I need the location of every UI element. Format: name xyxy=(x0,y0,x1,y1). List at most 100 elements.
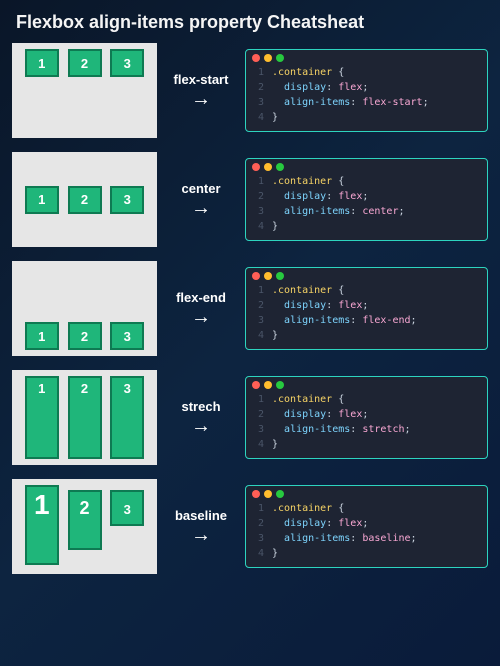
code-brace: { xyxy=(338,283,344,298)
code-brace: { xyxy=(338,174,344,189)
demo-box: 1 xyxy=(25,376,59,459)
code-value: flex-end xyxy=(362,313,410,328)
example-row-flex-start: 1 2 3 flex-start → 1.container { 2 displ… xyxy=(12,43,488,138)
code-value: flex xyxy=(338,516,362,531)
code-snippet: 1.container { 2 display: flex; 3 align-i… xyxy=(245,376,488,459)
demo-box: 3 xyxy=(110,376,144,459)
window-dots xyxy=(252,490,481,498)
code-semi: ; xyxy=(398,204,404,219)
demo-center: 1 2 3 xyxy=(12,152,157,247)
code-selector: .container xyxy=(272,392,332,407)
line-number: 1 xyxy=(252,174,264,189)
demo-flex-start: 1 2 3 xyxy=(12,43,157,138)
line-number: 2 xyxy=(252,80,264,95)
code-prop: display xyxy=(284,80,326,95)
dot-green-icon xyxy=(276,381,284,389)
code-semi: ; xyxy=(405,422,411,437)
line-number: 3 xyxy=(252,422,264,437)
line-number: 4 xyxy=(252,110,264,125)
window-dots xyxy=(252,272,481,280)
code-value: baseline xyxy=(362,531,410,546)
code-brace: { xyxy=(338,392,344,407)
line-number: 3 xyxy=(252,95,264,110)
dot-red-icon xyxy=(252,490,260,498)
code-selector: .container xyxy=(272,501,332,516)
code-value: stretch xyxy=(362,422,404,437)
code-prop: display xyxy=(284,189,326,204)
dot-yellow-icon xyxy=(264,163,272,171)
code-semi: ; xyxy=(362,80,368,95)
code-semi: ; xyxy=(411,313,417,328)
code-selector: .container xyxy=(272,65,332,80)
line-number: 1 xyxy=(252,283,264,298)
code-value: flex-start xyxy=(362,95,422,110)
line-number: 2 xyxy=(252,407,264,422)
demo-box: 2 xyxy=(68,322,102,350)
code-semi: ; xyxy=(362,407,368,422)
value-label: baseline xyxy=(165,508,237,523)
dot-green-icon xyxy=(276,163,284,171)
label-column: baseline → xyxy=(165,508,237,545)
code-semi: ; xyxy=(362,298,368,313)
window-dots xyxy=(252,54,481,62)
code-value: flex xyxy=(338,80,362,95)
demo-stretch: 1 2 3 xyxy=(12,370,157,465)
code-value: flex xyxy=(338,189,362,204)
line-number: 2 xyxy=(252,189,264,204)
code-prop: align-items xyxy=(284,422,350,437)
example-row-flex-end: 1 2 3 flex-end → 1.container { 2 display… xyxy=(12,261,488,356)
arrow-right-icon: → xyxy=(165,416,237,436)
code-prop: display xyxy=(284,407,326,422)
code-snippet: 1.container { 2 display: flex; 3 align-i… xyxy=(245,49,488,132)
line-number: 2 xyxy=(252,298,264,313)
dot-yellow-icon xyxy=(264,54,272,62)
line-number: 3 xyxy=(252,313,264,328)
code-brace: { xyxy=(338,501,344,516)
dot-green-icon xyxy=(276,272,284,280)
dot-red-icon xyxy=(252,54,260,62)
demo-box: 2 xyxy=(68,186,102,214)
code-selector: .container xyxy=(272,174,332,189)
demo-box: 3 xyxy=(110,322,144,350)
example-row-baseline: 1 2 3 baseline → 1.container { 2 display… xyxy=(12,479,488,574)
demo-box: 1 xyxy=(25,186,59,214)
code-snippet: 1.container { 2 display: flex; 3 align-i… xyxy=(245,158,488,241)
code-snippet: 1.container { 2 display: flex; 3 align-i… xyxy=(245,485,488,568)
line-number: 4 xyxy=(252,437,264,452)
code-prop: display xyxy=(284,298,326,313)
window-dots xyxy=(252,163,481,171)
code-prop: display xyxy=(284,516,326,531)
value-label: strech xyxy=(165,399,237,414)
code-value: flex xyxy=(338,407,362,422)
arrow-right-icon: → xyxy=(165,89,237,109)
page-title: Flexbox align-items property Cheatsheat xyxy=(16,12,488,33)
code-semi: ; xyxy=(362,516,368,531)
code-brace: { xyxy=(338,65,344,80)
code-brace: } xyxy=(272,437,278,452)
code-value: flex xyxy=(338,298,362,313)
code-semi: ; xyxy=(362,189,368,204)
demo-box: 2 xyxy=(68,49,102,77)
example-row-center: 1 2 3 center → 1.container { 2 display: … xyxy=(12,152,488,247)
example-row-stretch: 1 2 3 strech → 1.container { 2 display: … xyxy=(12,370,488,465)
demo-box: 2 xyxy=(68,376,102,459)
value-label: flex-end xyxy=(165,290,237,305)
demo-box: 3 xyxy=(110,186,144,214)
label-column: flex-start → xyxy=(165,72,237,109)
dot-red-icon xyxy=(252,163,260,171)
code-prop: align-items xyxy=(284,313,350,328)
demo-box: 1 xyxy=(25,49,59,77)
demo-box: 2 xyxy=(68,490,102,550)
code-value: center xyxy=(362,204,398,219)
code-brace: } xyxy=(272,328,278,343)
dot-green-icon xyxy=(276,490,284,498)
line-number: 2 xyxy=(252,516,264,531)
code-brace: } xyxy=(272,546,278,561)
dot-green-icon xyxy=(276,54,284,62)
arrow-right-icon: → xyxy=(165,198,237,218)
code-prop: align-items xyxy=(284,95,350,110)
line-number: 4 xyxy=(252,546,264,561)
demo-box: 1 xyxy=(25,322,59,350)
label-column: strech → xyxy=(165,399,237,436)
dot-yellow-icon xyxy=(264,381,272,389)
